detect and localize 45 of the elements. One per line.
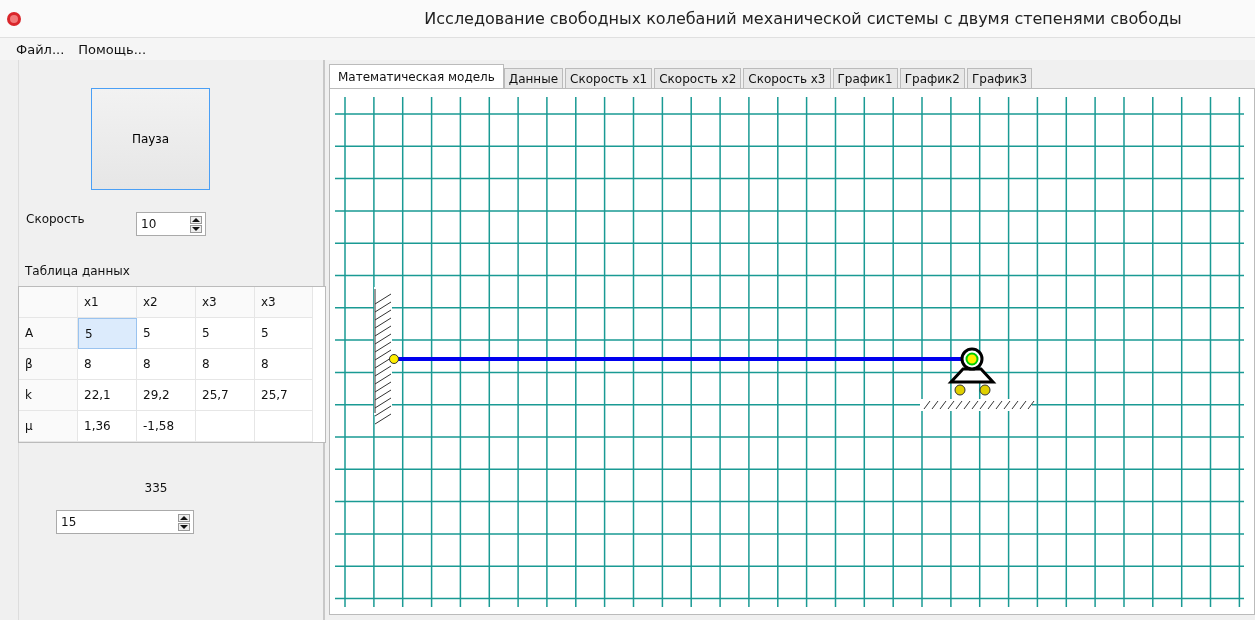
step-spinner[interactable]: 15 [56,510,194,534]
tab[interactable]: График2 [899,68,965,89]
pause-button[interactable]: Пауза [91,88,210,190]
window-title: Исследование свободных колебаний механической системы с двумя степенями свободы [423,9,1183,28]
column-header: x2 [137,287,196,318]
counter-value: 335 [143,481,169,495]
table-cell[interactable]: 8 [137,349,196,380]
table-cell[interactable]: 1,36 [78,411,137,442]
column-header: x3 [196,287,255,318]
table-cell[interactable]: 25,7 [196,380,255,411]
row-header: β [19,349,78,380]
table-cell[interactable] [196,411,255,442]
tab[interactable]: График1 [832,68,898,89]
app-icon [7,11,21,26]
row-header: A [19,318,78,349]
tab[interactable]: График3 [966,68,1033,89]
spinner-arrows-icon[interactable] [190,215,202,233]
table-cell[interactable]: 8 [255,349,313,380]
table-cell[interactable]: 29,2 [137,380,196,411]
table-cell[interactable]: 5 [255,318,313,349]
row-header: μ [19,411,78,442]
table-cell[interactable]: 8 [78,349,137,380]
column-header: x3 [255,287,313,318]
menu-item[interactable]: Помощь... [78,41,147,57]
spinner-arrows-icon[interactable] [178,513,190,531]
tab[interactable]: Скорость x2 [654,68,742,89]
table-cell[interactable]: 5 [196,318,255,349]
tab[interactable]: Скорость x3 [743,68,831,89]
table-cell[interactable]: 8 [196,349,255,380]
menu-item[interactable]: Файл... [16,41,65,57]
tab[interactable]: Математическая модель [329,64,504,89]
table-cell[interactable] [255,411,313,442]
cart-drawing [947,347,997,396]
row-header: k [19,380,78,411]
table-cell[interactable]: -1,58 [137,411,196,442]
table-cell[interactable]: 5 [78,318,137,349]
hinge-icon [389,354,399,364]
table-cell[interactable]: 25,7 [255,380,313,411]
speed-spinner[interactable]: 10 [136,212,206,236]
table-cell[interactable]: 5 [137,318,196,349]
speed-label: Скорость [26,212,86,226]
tab[interactable]: Скорость x1 [565,68,653,89]
column-header: x1 [78,287,137,318]
table-title: Таблица данных [25,264,131,278]
table-cell[interactable]: 22,1 [78,380,137,411]
